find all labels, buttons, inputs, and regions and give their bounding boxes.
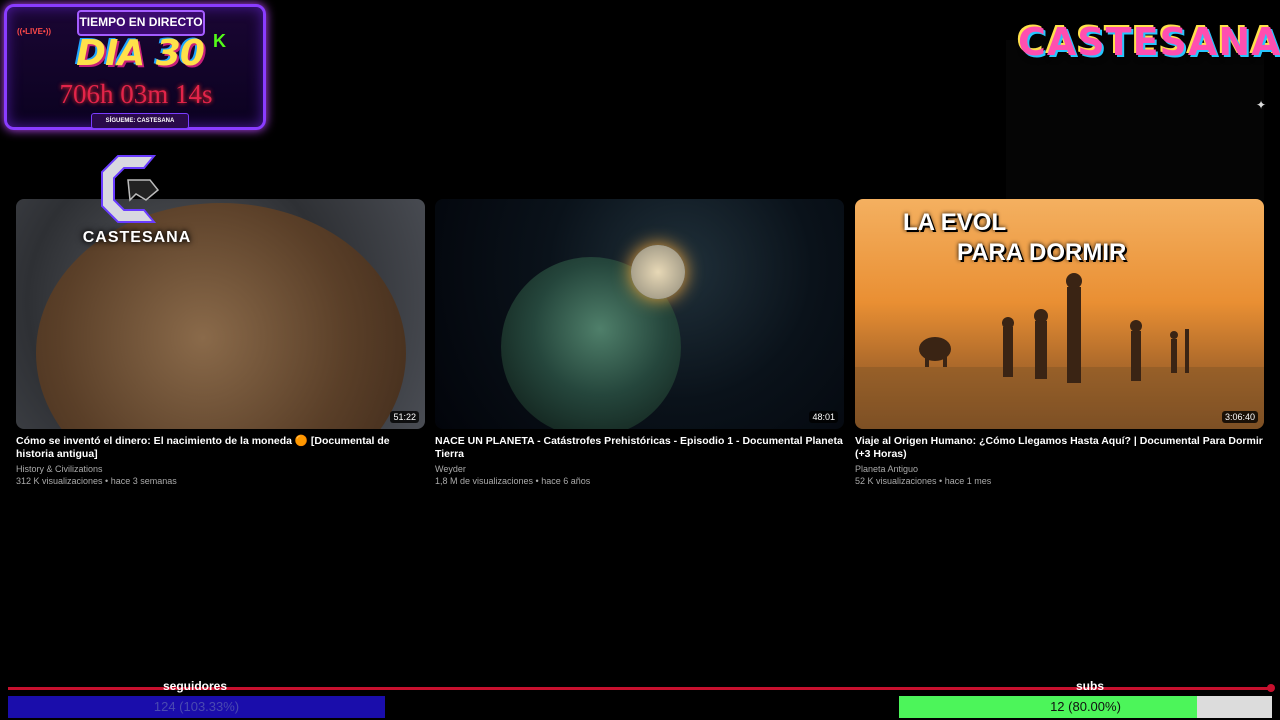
goal-divider-end xyxy=(1267,684,1275,692)
follow-banner: SÍGUEME: CASTESANA xyxy=(91,113,189,129)
video-channel[interactable]: Planeta Antiguo xyxy=(855,464,1264,474)
video-duration: 48:01 xyxy=(809,411,838,423)
followers-goal-text: 124 (103.33%) xyxy=(153,699,240,714)
subs-goal-text: 12 (80.00%) xyxy=(1050,699,1121,714)
video-thumbnail[interactable]: 48:01 xyxy=(435,199,844,429)
brand-logo-graffiti: CASTESANA xyxy=(1018,20,1280,64)
video-meta: 52 K visualizaciones • hace 1 mes xyxy=(855,476,992,486)
brand-logo-mark xyxy=(101,155,160,223)
video-duration: 51:22 xyxy=(390,411,419,423)
video-title[interactable]: Viaje al Origen Humano: ¿Cómo Llegamos H… xyxy=(855,435,1264,461)
video-title[interactable]: Cómo se inventó el dinero: El nacimiento… xyxy=(16,435,425,461)
moon-image xyxy=(631,245,685,299)
subs-goal-label: subs xyxy=(1076,679,1105,693)
video-channel[interactable]: Weyder xyxy=(435,464,844,474)
video-meta: 312 K visualizaciones • hace 3 semanas xyxy=(16,476,177,486)
day-counter: DIA 30 xyxy=(76,33,205,74)
kick-icon: K xyxy=(213,31,226,51)
live-timer-overlay: TIEMPO EN DIRECTO ((•LIVE•)) DIA 30 K 70… xyxy=(4,4,266,130)
stream-timer: 706h 03m 14s xyxy=(59,79,213,109)
sparkle-icon: ✦ xyxy=(1256,98,1267,112)
followers-goal-bar: 124 (103.33%) xyxy=(8,696,385,718)
video-card[interactable]: 48:01 NACE UN PLANETA - Catástrofes Preh… xyxy=(435,199,844,486)
video-thumbnail[interactable]: LA EVOL PARA DORMIR 3:06:40 xyxy=(855,199,1264,429)
video-meta: 1,8 M de visualizaciones • hace 6 años xyxy=(435,476,591,486)
silhouettes-image xyxy=(855,273,1264,429)
video-card[interactable]: LA EVOL PARA DORMIR 3:06:40 Viaje al Ori… xyxy=(855,199,1264,486)
video-channel[interactable]: History & Civilizations xyxy=(16,464,425,474)
video-duration: 3:06:40 xyxy=(1221,411,1258,423)
brand-logo-text: CASTESANA xyxy=(82,229,192,246)
live-badge: ((•LIVE•)) xyxy=(17,27,52,36)
followers-goal-label: seguidores xyxy=(163,679,228,693)
subs-goal-bar: 12 (80.00%) xyxy=(899,696,1272,718)
video-title[interactable]: NACE UN PLANETA - Catástrofes Prehistóri… xyxy=(435,435,844,461)
